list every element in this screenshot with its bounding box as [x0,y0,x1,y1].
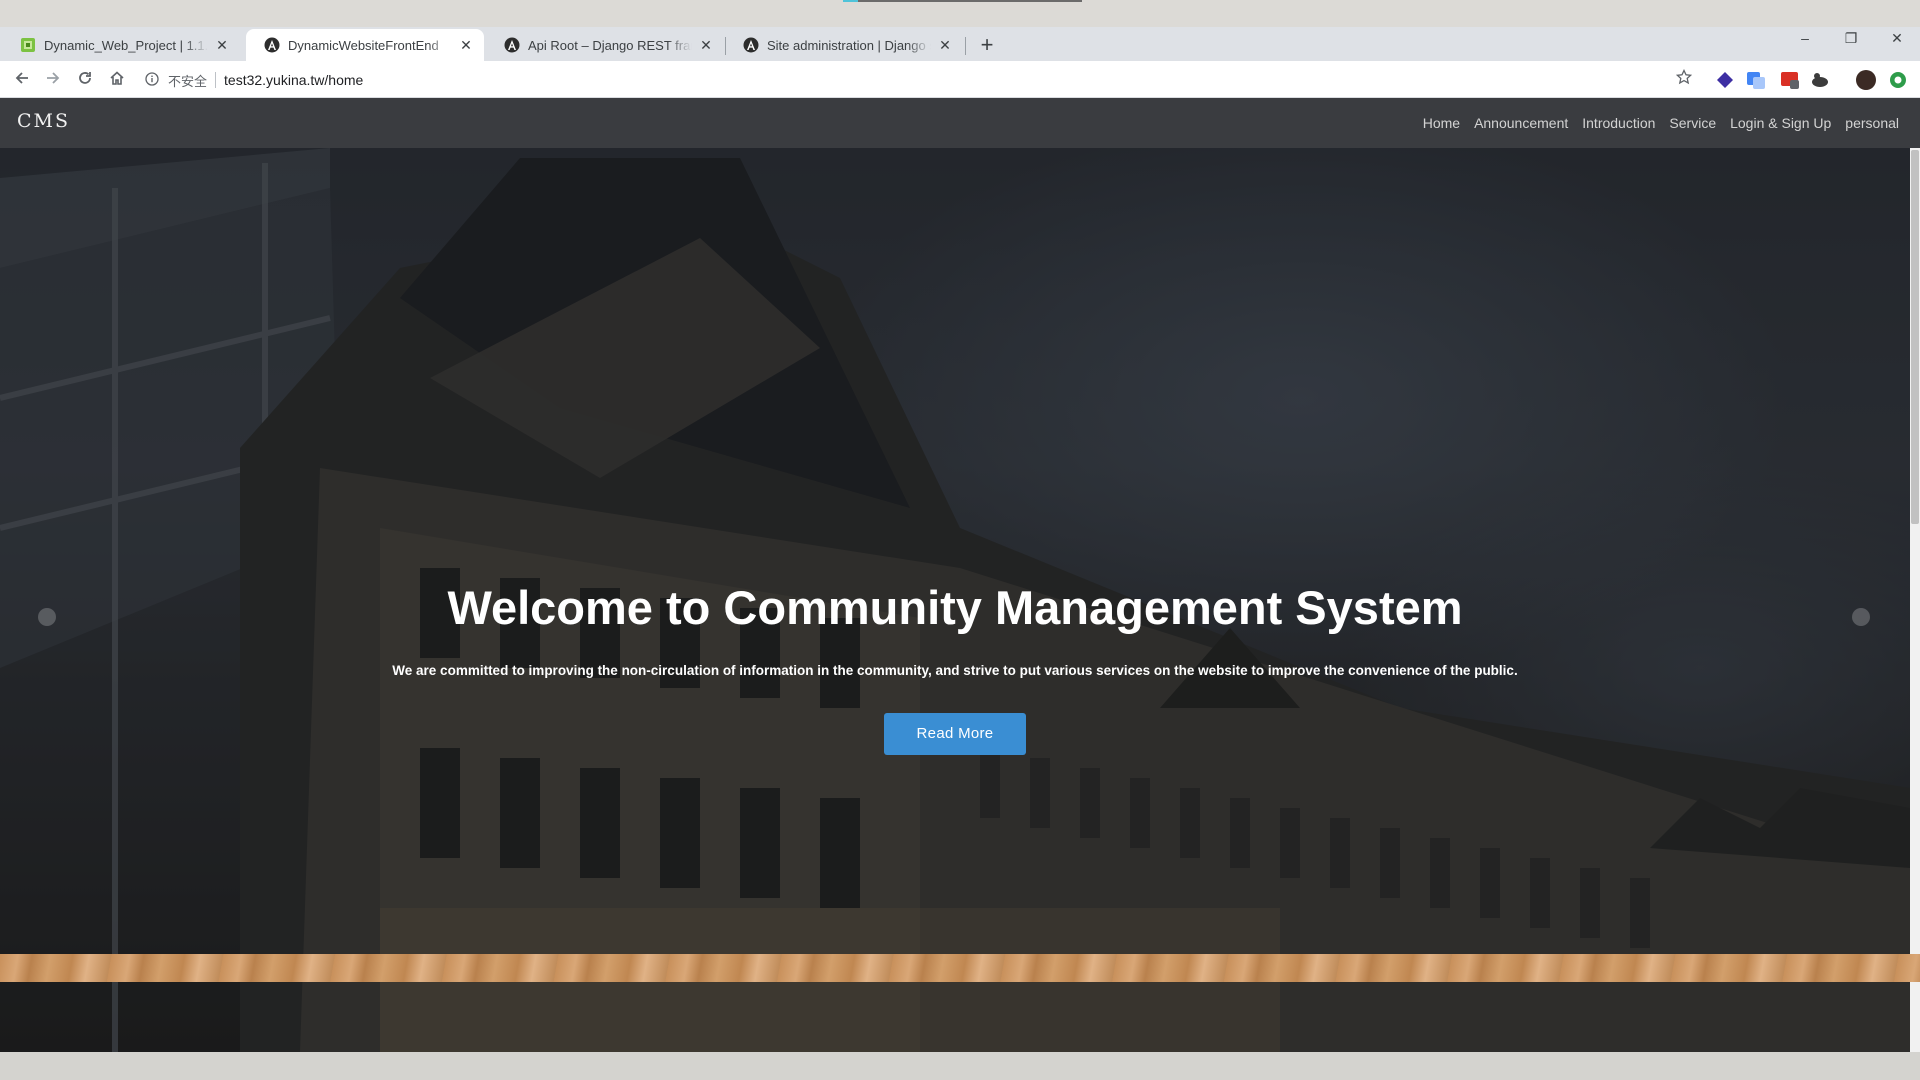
browser-toolbar: 不安全 test32.yukina.tw/home [0,61,1920,98]
address-bar[interactable]: 不安全 test32.yukina.tw/home [142,66,1700,94]
tab-bar: Dynamic_Web_Project | 1.1.0 | V ✕ Dynami… [0,27,1920,61]
reload-icon[interactable] [71,66,99,94]
nav-menu: Home Announcement Introduction Service L… [1423,98,1899,148]
nav-login-signup[interactable]: Login & Sign Up [1730,115,1831,131]
sync-extension-icon[interactable] [1888,70,1908,90]
extension-diamond-icon[interactable] [1715,70,1735,90]
hero-title: Welcome to Community Management System [447,581,1463,634]
brand-logo[interactable]: CMS [17,110,70,132]
close-icon[interactable]: ✕ [458,37,474,53]
nav-service[interactable]: Service [1669,115,1716,131]
restore-button[interactable]: ❐ [1828,23,1874,53]
desktop-strip [0,0,1920,27]
close-icon[interactable]: ✕ [937,37,953,53]
tab-site-administration[interactable]: Site administration | Django site admin … [725,29,963,61]
hero-carousel: Welcome to Community Management System W… [0,148,1910,1052]
angular-icon [264,37,280,53]
close-icon[interactable]: ✕ [214,37,230,53]
tab-title: Site administration | Django site admin [767,37,931,53]
tab-title: Api Root – Django REST framework [528,37,692,53]
insecure-label: 不安全 [168,74,208,90]
page-viewport: CMS Home Announcement Introduction Servi… [0,98,1920,1080]
omnibox-divider [215,72,217,88]
site-navbar: CMS Home Announcement Introduction Servi… [0,98,1920,148]
info-icon[interactable] [142,71,162,89]
close-icon[interactable]: ✕ [698,37,714,53]
url-text[interactable]: test32.yukina.tw/home [224,72,363,88]
page-scrollbar[interactable] [1910,148,1920,1052]
translate-extension-icon[interactable] [1746,70,1766,90]
forward-arrow-icon[interactable] [39,66,67,94]
nav-announcement[interactable]: Announcement [1474,115,1568,131]
minimize-button[interactable]: – [1782,23,1828,53]
tab-api-root[interactable]: Api Root – Django REST framework ✕ [486,29,724,61]
hero-subtitle: We are committed to improving the non-ci… [392,663,1518,678]
tab-title: DynamicWebsiteFrontEnd [288,37,439,53]
angular-icon [743,37,759,53]
new-tab-button[interactable]: + [974,33,1000,59]
mail-extension-icon[interactable] [1780,70,1800,90]
angular-icon [504,37,520,53]
read-more-button[interactable]: Read More [884,713,1026,755]
taiga-icon [20,37,36,53]
cat-extension-icon[interactable] [1810,70,1830,90]
nav-home[interactable]: Home [1423,115,1460,131]
tab-dynamic-web-project[interactable]: Dynamic_Web_Project | 1.1.0 | V ✕ [2,29,240,61]
scroll-thumb[interactable] [1911,150,1919,524]
desktop-wallpaper [0,954,1920,982]
tab-dynamic-website-frontend[interactable]: DynamicWebsiteFrontEnd ✕ [246,29,484,61]
tab-title: Dynamic_Web_Project | 1.1.0 | V [44,37,208,53]
avatar[interactable] [1856,70,1876,90]
bookmark-star-icon[interactable] [1670,65,1698,93]
home-icon[interactable] [103,66,131,94]
back-arrow-icon[interactable] [8,66,36,94]
tab-separator [965,37,966,55]
loading-bar [858,0,1082,2]
window-close-button[interactable]: ✕ [1874,23,1920,53]
nav-personal[interactable]: personal [1845,115,1899,131]
nav-introduction[interactable]: Introduction [1582,115,1655,131]
